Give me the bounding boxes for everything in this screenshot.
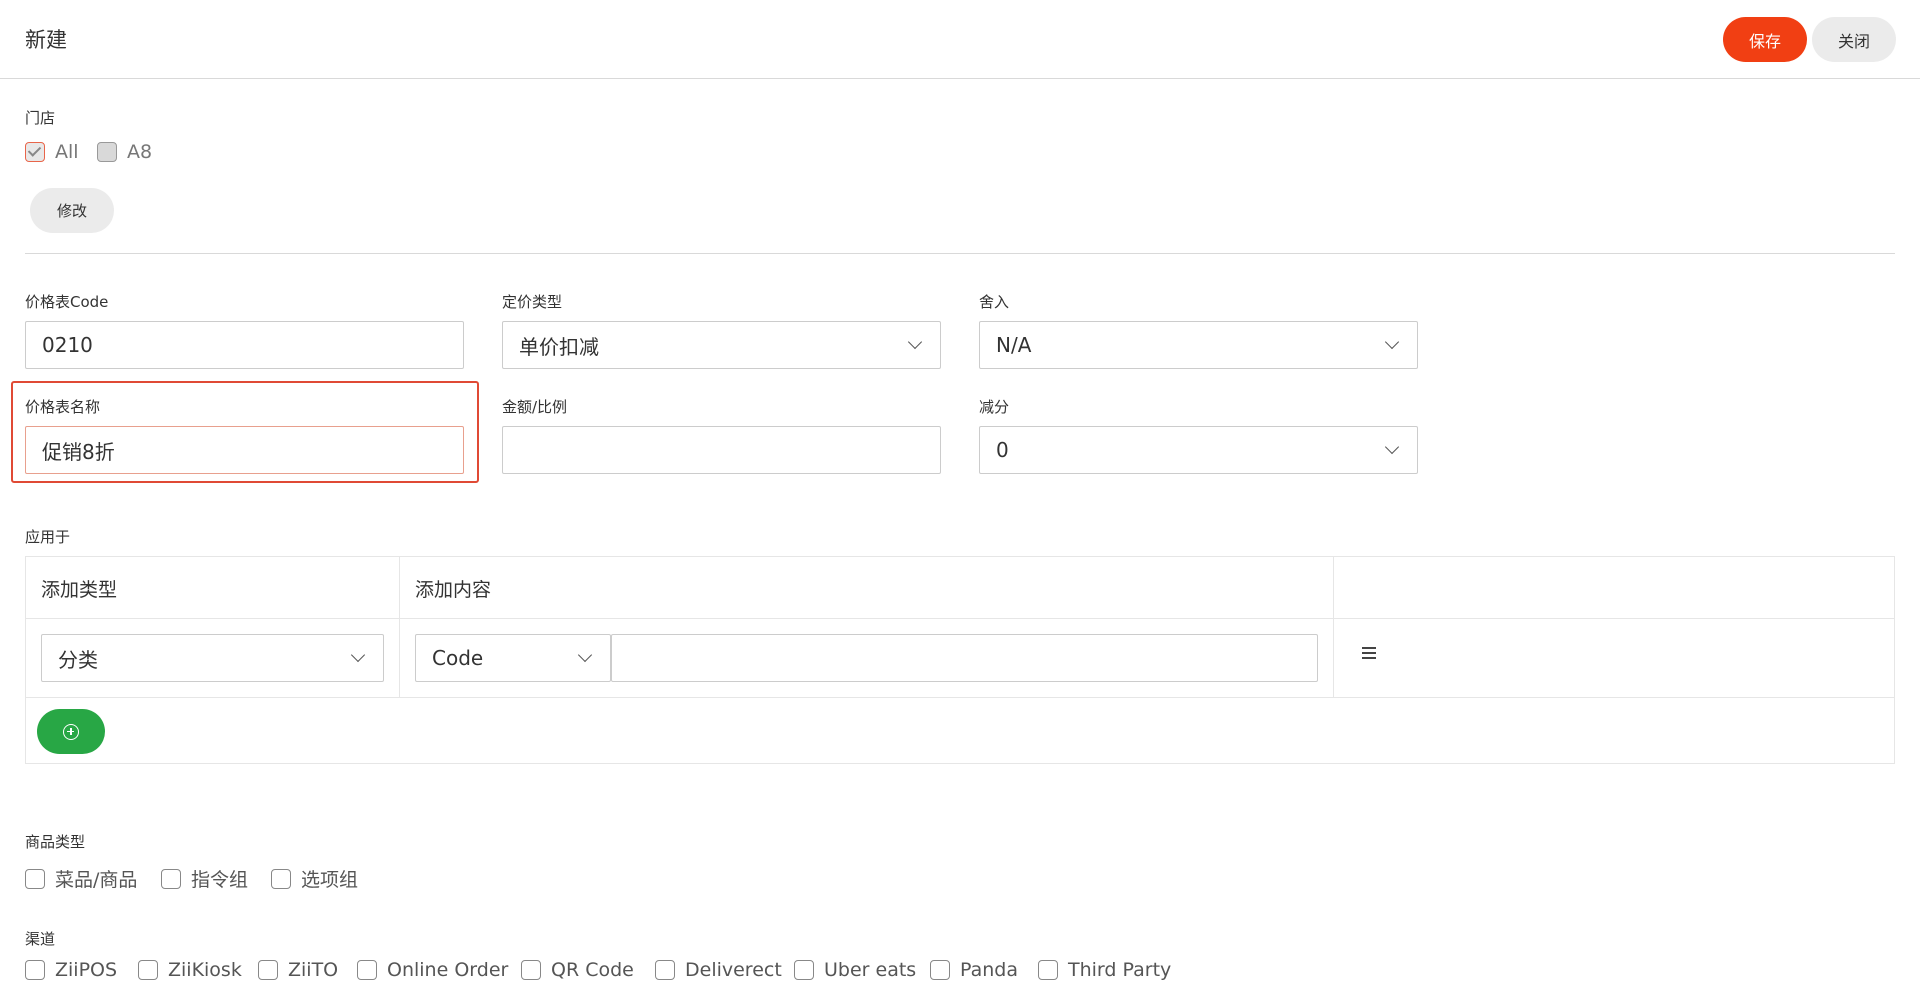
channel-checkbox-ziito[interactable]: ZiiTO	[258, 959, 338, 981]
checkbox-icon[interactable]	[97, 142, 117, 162]
rounding-select[interactable]: N/A	[979, 321, 1418, 369]
channel-option-label: ZiiTO	[288, 959, 339, 981]
chevron-down-icon	[1384, 334, 1400, 350]
type-select[interactable]: 分类	[41, 634, 384, 682]
product-type-option-label: 选项组	[301, 869, 359, 891]
content-input[interactable]	[611, 634, 1318, 682]
store-option-label: A8	[127, 141, 153, 163]
checkbox-icon[interactable]	[521, 960, 541, 980]
checkbox-icon[interactable]	[161, 868, 181, 889]
product-type-checkbox-dish[interactable]: 菜品/商品	[25, 865, 137, 892]
chevron-down-icon	[907, 334, 923, 350]
channel-checkbox-uber-eats[interactable]: Uber eats	[794, 959, 916, 981]
store-label: 门店	[25, 109, 56, 127]
menu-icon[interactable]	[1362, 647, 1376, 659]
channel-checkbox-panda[interactable]: Panda	[930, 959, 1018, 981]
checkbox-icon[interactable]	[138, 960, 158, 980]
amount-input[interactable]	[502, 426, 941, 474]
channel-option-label: ZiiPOS	[55, 959, 118, 981]
checkbox-icon[interactable]	[655, 960, 675, 980]
product-type-checkbox-option[interactable]: 选项组	[271, 865, 358, 892]
chevron-down-icon	[1384, 439, 1400, 455]
checkbox-icon[interactable]	[1038, 960, 1058, 980]
checkbox-icon[interactable]	[25, 142, 45, 162]
column-header-content: 添加内容	[415, 579, 492, 601]
apply-label: 应用于	[25, 528, 71, 546]
code-input[interactable]: 0210	[25, 321, 464, 369]
channel-option-label: ZiiKiosk	[168, 959, 242, 981]
checkbox-icon[interactable]	[357, 960, 377, 980]
amount-label: 金额/比例	[502, 398, 568, 416]
channel-checkbox-ziikiosk[interactable]: ZiiKiosk	[138, 959, 242, 981]
close-button[interactable]: 关闭	[1812, 17, 1896, 62]
column-header-type: 添加类型	[41, 579, 118, 601]
apply-table: 添加类型 添加内容 分类 Code	[25, 556, 1895, 764]
channel-option-label: QR Code	[551, 959, 634, 981]
channel-option-label: Online Order	[387, 959, 509, 981]
table-row: 分类 Code	[26, 619, 1894, 698]
channel-checkbox-qr-code[interactable]: QR Code	[521, 959, 634, 981]
channel-checkbox-deliverect[interactable]: Deliverect	[655, 959, 782, 981]
channel-checkbox-online-order[interactable]: Online Order	[357, 959, 508, 981]
deduct-select[interactable]: 0	[979, 426, 1418, 474]
name-value: 促销8折	[42, 439, 115, 464]
name-input[interactable]: 促销8折	[25, 426, 464, 474]
add-row-button[interactable]	[37, 709, 105, 754]
code-label: 价格表Code	[25, 293, 109, 311]
store-checkbox-all[interactable]: All	[25, 141, 79, 163]
checkbox-icon[interactable]	[271, 868, 291, 889]
store-checkbox-a8[interactable]: A8	[97, 141, 152, 163]
edit-store-button[interactable]: 修改	[30, 188, 114, 233]
save-button[interactable]: 保存	[1723, 17, 1807, 62]
checkbox-icon[interactable]	[258, 960, 278, 980]
channel-label: 渠道	[25, 930, 56, 948]
content-mode-value: Code	[432, 646, 484, 670]
channel-checkbox-ziipos[interactable]: ZiiPOS	[25, 959, 117, 981]
channel-option-label: Third Party	[1068, 959, 1172, 981]
section-divider	[25, 253, 1895, 254]
checkbox-icon[interactable]	[25, 960, 45, 980]
channel-option-label: Uber eats	[824, 959, 917, 981]
chevron-down-icon	[350, 647, 366, 663]
name-label: 价格表名称	[25, 398, 101, 416]
deduct-label: 减分	[979, 398, 1010, 416]
checkbox-icon[interactable]	[25, 868, 45, 889]
checkbox-icon[interactable]	[794, 960, 814, 980]
channel-option-label: Panda	[960, 959, 1018, 981]
deduct-value: 0	[996, 438, 1009, 462]
code-value: 0210	[42, 333, 93, 357]
channel-checkbox-third-party[interactable]: Third Party	[1038, 959, 1171, 981]
plus-circle-icon	[63, 723, 79, 740]
pricing-type-label: 定价类型	[502, 293, 563, 311]
page-title: 新建	[25, 28, 67, 52]
page-header: 新建 保存 关闭	[0, 0, 1920, 79]
rounding-label: 舍入	[979, 293, 1010, 311]
content-mode-select[interactable]: Code	[415, 634, 611, 682]
store-option-label: All	[55, 141, 79, 163]
product-type-option-label: 指令组	[191, 869, 249, 891]
product-type-checkbox-command[interactable]: 指令组	[161, 865, 248, 892]
table-header-row: 添加类型 添加内容	[26, 557, 1894, 619]
pricing-type-select[interactable]: 单价扣减	[502, 321, 941, 369]
rounding-value: N/A	[996, 333, 1032, 357]
type-value: 分类	[58, 647, 98, 672]
chevron-down-icon	[577, 647, 593, 663]
product-type-option-label: 菜品/商品	[55, 869, 138, 891]
channel-option-label: Deliverect	[685, 959, 782, 981]
pricing-type-value: 单价扣减	[519, 334, 599, 359]
checkbox-icon[interactable]	[930, 960, 950, 980]
product-type-label: 商品类型	[25, 833, 86, 851]
